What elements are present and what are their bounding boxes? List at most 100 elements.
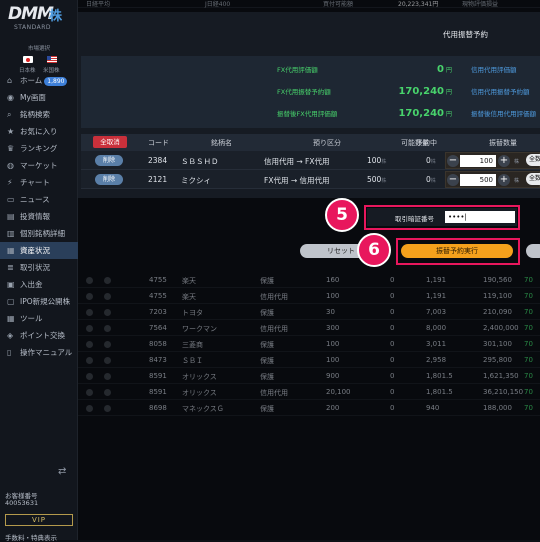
table-row[interactable]: 7564 ワークマン 信用代用 300 0 8,000 2,400,000 70 [78,320,540,336]
cell-pct: 70 [524,340,533,348]
table-row[interactable]: 8473 ＳＢＩ 保護 100 0 2,958 295,800 70 [78,352,540,368]
vip-button[interactable]: VIP [5,514,73,526]
table-row[interactable]: 8698 マネックスＧ 保護 200 0 940 188,000 70 [78,400,540,416]
sidebar-item[interactable]: ⌂ ホーム 1,890 [0,72,78,89]
select-radio[interactable] [104,340,111,348]
row-available: 100株 [367,156,387,165]
table-row[interactable]: 8591 オリックス 信用代用 20,100 0 1,801.5 36,210,150 70 [78,384,540,400]
select-radio[interactable] [86,276,93,284]
all-quantity-button[interactable]: 全数 [526,173,540,185]
plus-icon[interactable]: + [498,174,510,186]
select-radio[interactable] [86,308,93,316]
quantity-input[interactable]: 100 [460,155,496,167]
sidebar-item[interactable]: ▯ 操作マニュアル [0,344,78,361]
select-radio[interactable] [104,372,111,380]
all-quantity-button[interactable]: 全数 [526,154,540,166]
transfer-table-header: 全取消 コード 銘柄名 預り区分 可能数量 予約中 振替数量 [81,134,540,151]
all-cancel-button[interactable]: 全取消 [93,136,127,148]
select-radio[interactable] [86,340,93,348]
summary-row: FX代用評価額 0円 信用代用評価額 [81,58,540,80]
sidebar-item[interactable]: ▦ 資産状況 [0,242,78,259]
sidebar-item[interactable]: ▭ ニュース [0,191,78,208]
sidebar-item[interactable]: ◍ マーケット [0,157,78,174]
close-button[interactable] [526,244,540,258]
sidebar-item[interactable]: ♛ ランキング [0,140,78,157]
notification-badge: 1,890 [44,77,68,86]
delete-row-button[interactable]: 削除 [95,174,123,185]
cell-res: 0 [390,340,395,348]
kabu-logo: 株 [49,9,63,24]
select-radio[interactable] [86,404,93,412]
fee-benefit-link[interactable]: 手数料・特典表示 [5,532,57,542]
margin-valuation-link[interactable]: 信用代用評価額 [471,64,517,74]
menu-collapse-icon[interactable]: ⇄ [58,466,66,477]
cell-cat: 信用代用 [260,325,288,333]
delete-row-button[interactable]: 削除 [95,155,123,166]
account-number: 40053631 [5,499,39,507]
table-row[interactable]: 4755 楽天 保護 160 0 1,191 190,560 70 [78,272,540,288]
sidebar-item[interactable]: ⌕ 銘柄検索 [0,106,78,123]
select-radio[interactable] [104,308,111,316]
logo-subtitle: STANDARD [14,24,52,31]
sidebar-item[interactable]: ▥ 個別銘柄詳細 [0,225,78,242]
us-flag-icon[interactable] [47,56,57,63]
minus-icon[interactable]: − [447,174,459,186]
user-icon: ◉ [7,93,14,102]
cell-price: 3,011 [426,340,447,348]
sidebar-item[interactable]: ★ お気に入り [0,123,78,140]
sidebar-item-label: 取引状況 [20,263,50,272]
sidebar-item[interactable]: ⚡ チャート [0,174,78,191]
table-row[interactable]: 8591 オリックス 保護 900 0 1,801.5 1,621,350 70 [78,368,540,384]
sidebar-item-label: ニュース [20,195,50,204]
sidebar-item[interactable]: ◈ ポイント交換 [0,327,78,344]
cell-value: 295,800 [483,356,512,364]
table-row[interactable]: 7203 トヨタ 保護 30 0 7,003 210,090 70 [78,304,540,320]
row-code: 2121 [148,175,168,184]
table-row[interactable]: 4755 楽天 信用代用 100 0 1,191 119,100 70 [78,288,540,304]
sidebar-item-label: マーケット [20,161,58,170]
jp-flag-icon[interactable] [23,56,33,63]
point-icon: ◈ [7,331,14,340]
select-radio[interactable] [86,356,93,364]
crown-icon: ♛ [7,144,15,153]
select-radio[interactable] [86,292,93,300]
sidebar: DMM 株 STANDARD 市場選択 日本株 米国株 ⌂ ホーム 1,890 ◉ My… [0,0,78,542]
select-radio[interactable] [104,276,111,284]
cell-qty: 300 [326,324,340,332]
margin-transfer-reserve-link[interactable]: 信用代用振替予約額 [471,86,530,96]
cell-price: 1,191 [426,292,447,300]
row-reserved: 0株 [426,175,436,184]
sidebar-item[interactable]: ≣ 取引状況 [0,259,78,276]
select-radio[interactable] [104,292,111,300]
cell-cat: 保護 [260,357,274,365]
row-name: ＳＢＳＨＤ [181,157,219,166]
cell-code: 7564 [149,324,167,332]
cell-price: 8,000 [426,324,447,332]
sidebar-item[interactable]: ▦ ツール [0,310,78,327]
select-radio[interactable] [104,324,111,332]
select-radio[interactable] [104,404,111,412]
cell-value: 190,560 [483,276,512,284]
summary-row: 振替後FX代用評価額 170,240 円 振替後信用代用評価額 [81,102,540,124]
cell-price: 7,003 [426,308,447,316]
select-radio[interactable] [104,356,111,364]
select-radio[interactable] [104,388,111,396]
post-transfer-margin-link[interactable]: 振替後信用代用評価額 [471,108,536,118]
sidebar-item[interactable]: ▢ IPO新規公開株 [0,293,78,310]
sidebar-item[interactable]: ◉ My画面 [0,89,78,106]
sidebar-item[interactable]: ▤ 投資情報 [0,208,78,225]
sidebar-item-label: IPO新規公開株 [20,297,71,306]
select-radio[interactable] [86,324,93,332]
select-radio[interactable] [86,372,93,380]
col-code: コード [148,139,169,147]
step6-highlight [396,238,520,265]
table-row[interactable]: 8058 三菱商 保護 100 0 3,011 301,100 70 [78,336,540,352]
cell-pct: 70 [524,324,533,332]
sidebar-item[interactable]: ▣ 入出金 [0,276,78,293]
sidebar-item-label: ホーム [20,76,43,85]
minus-icon[interactable]: − [447,155,459,167]
plus-icon[interactable]: + [498,155,510,167]
quantity-input[interactable]: 500 [460,174,496,186]
dmm-logo[interactable]: DMM [8,4,54,24]
select-radio[interactable] [86,388,93,396]
